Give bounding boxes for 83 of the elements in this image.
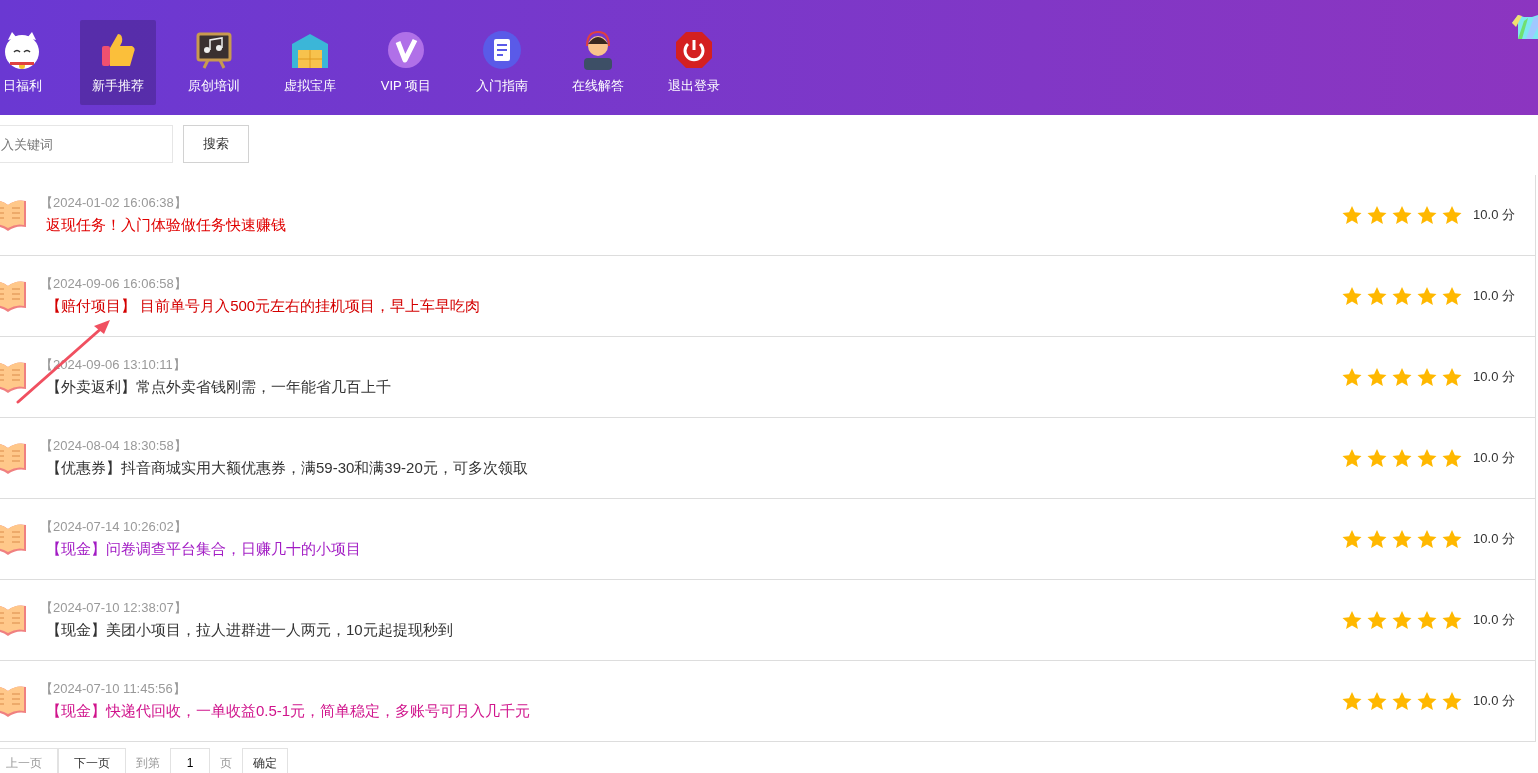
- nav-icon: [482, 30, 522, 70]
- star-icon: [1392, 691, 1413, 711]
- score-text: 10.0 分: [1473, 692, 1515, 711]
- nav-item[interactable]: 原创培训: [176, 20, 252, 105]
- star-icon: [1417, 610, 1438, 630]
- star-icon: [1417, 691, 1438, 711]
- star-icon: [1417, 529, 1438, 549]
- article-time: 【2024-08-04 18:30:58】: [40, 437, 187, 455]
- star-icon: [1342, 691, 1363, 711]
- star-icon: [1442, 610, 1463, 630]
- book-icon: [0, 361, 26, 393]
- star-icon: [1417, 367, 1438, 387]
- article-title-link[interactable]: 【优惠券】抖音商城实用大额优惠券，满59-30和满39-20元，可多次领取: [46, 457, 528, 479]
- star-icon: [1392, 529, 1413, 549]
- star-icon: [1367, 610, 1388, 630]
- star-icon: [1417, 448, 1438, 468]
- star-icon: [1417, 205, 1438, 225]
- article-title-link[interactable]: 【现金】问卷调查平台集合，日赚几十的小项目: [46, 538, 361, 560]
- star-icon: [1442, 448, 1463, 468]
- star-icon: [1442, 691, 1463, 711]
- next-page-button[interactable]: 下一页: [58, 748, 126, 773]
- star-icon: [1442, 205, 1463, 225]
- star-icon: [1392, 205, 1413, 225]
- score-text: 10.0 分: [1473, 449, 1515, 468]
- book-icon: [0, 685, 26, 717]
- star-icon: [1367, 286, 1388, 306]
- star-icon: [1342, 610, 1363, 630]
- star-icon: [1342, 367, 1363, 387]
- nav-item[interactable]: VIP 项目: [368, 20, 444, 105]
- article-title-link[interactable]: 【现金】美团小项目，拉人进群进一人两元，10元起提现秒到: [46, 619, 453, 641]
- goto-label: 到第: [136, 755, 160, 772]
- article-title-link[interactable]: 返现任务！入门体验做任务快速赚钱: [46, 214, 286, 236]
- book-icon: [0, 604, 26, 636]
- star-icon: [1342, 529, 1363, 549]
- confirm-button[interactable]: 确定: [242, 748, 288, 773]
- page-number-field[interactable]: 1: [170, 748, 210, 773]
- star-icon: [1392, 367, 1413, 387]
- nav-item[interactable]: 新手推荐: [80, 20, 156, 105]
- article-title-link[interactable]: 【赔付项目】 目前单号月入500元左右的挂机项目，早上车早吃肉: [46, 295, 481, 317]
- star-icon: [1392, 610, 1413, 630]
- nav-item[interactable]: 在线解答: [560, 20, 636, 105]
- nav-icon: [194, 30, 234, 70]
- star-icon: [1342, 448, 1363, 468]
- page-unit-label: 页: [220, 755, 232, 772]
- article-time: 【2024-07-14 10:26:02】: [40, 518, 187, 536]
- star-icon: [1442, 529, 1463, 549]
- nav-item[interactable]: 入门指南: [464, 20, 540, 105]
- star-icon: [1342, 286, 1363, 306]
- nav-icon: [386, 30, 426, 70]
- article-time: 【2024-09-06 16:06:58】: [40, 275, 187, 293]
- search-field[interactable]: 入关键词: [0, 125, 173, 163]
- article-title-link[interactable]: 【现金】快递代回收，一单收益0.5-1元，简单稳定，多账号可月入几千元: [46, 700, 531, 722]
- star-icon: [1392, 448, 1413, 468]
- article-time: 【2024-01-02 16:06:38】: [40, 194, 187, 212]
- article-title-link[interactable]: 【外卖返利】常点外卖省钱刚需，一年能省几百上千: [46, 376, 391, 398]
- book-icon: [0, 442, 26, 474]
- star-icon: [1442, 367, 1463, 387]
- star-icon: [1392, 286, 1413, 306]
- tshirt-icon[interactable]: [1512, 15, 1538, 39]
- score-text: 10.0 分: [1473, 530, 1515, 549]
- star-icon: [1367, 448, 1388, 468]
- star-icon: [1342, 205, 1363, 225]
- score-text: 10.0 分: [1473, 611, 1515, 630]
- nav-item[interactable]: 日福利: [0, 20, 60, 105]
- star-icon: [1367, 529, 1388, 549]
- star-icon: [1417, 286, 1438, 306]
- score-text: 10.0 分: [1473, 368, 1515, 387]
- star-icon: [1367, 205, 1388, 225]
- book-icon: [0, 523, 26, 555]
- star-icon: [1367, 367, 1388, 387]
- score-text: 10.0 分: [1473, 287, 1515, 306]
- nav-icon: [674, 30, 714, 70]
- article-time: 【2024-07-10 11:45:56】: [40, 680, 186, 698]
- nav-icon: [2, 30, 42, 70]
- nav-item[interactable]: 虚拟宝库: [272, 20, 348, 105]
- book-icon: [0, 199, 26, 231]
- search-button[interactable]: 搜索: [183, 125, 249, 163]
- star-icon: [1442, 286, 1463, 306]
- score-text: 10.0 分: [1473, 206, 1515, 225]
- article-time: 【2024-07-10 12:38:07】: [40, 599, 187, 617]
- nav-item[interactable]: 退出登录: [656, 20, 732, 105]
- star-icon: [1367, 691, 1388, 711]
- book-icon: [0, 280, 26, 312]
